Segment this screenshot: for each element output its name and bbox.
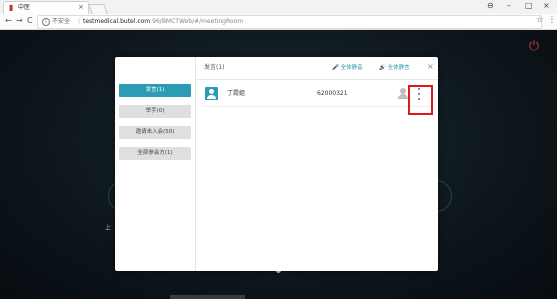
url-separator: | (78, 18, 81, 25)
user-icon-body (398, 94, 408, 99)
window-close-button[interactable]: × (543, 1, 550, 11)
participant-number: 62000321 (317, 90, 348, 97)
speaker-icon: 🔊 (379, 65, 386, 71)
tab-title: 中医 (18, 4, 31, 11)
user-icon[interactable] (398, 88, 408, 100)
mute-all-label: 全体静音 (340, 65, 363, 71)
maximize-button[interactable]: □ (525, 1, 533, 11)
url-path: :96/BMCTWeb/#/meetingRoom (150, 18, 244, 25)
minimize-button[interactable]: – (507, 1, 511, 11)
browser-tabbar: ▮ 中医 × ⊖ – □ × (0, 0, 557, 14)
avatar-head (209, 89, 214, 94)
browser-menu-icon[interactable]: ⋮ (548, 15, 556, 24)
security-label[interactable]: 不安全 (52, 18, 70, 26)
address-bar: ← → C i 不安全 | testmedical.butel.com:96/B… (0, 14, 557, 30)
browser-tab[interactable]: ▮ 中医 × (3, 1, 89, 14)
panel-title: 发言(1) (204, 64, 225, 71)
url-host: testmedical.butel.com (83, 18, 151, 25)
participant-name: 丁霞姐 (227, 90, 246, 97)
tab-hands-raised[interactable]: 举手(0) (119, 105, 191, 118)
back-button[interactable]: ← (5, 16, 12, 26)
url-text: testmedical.butel.com:96/BMCTWeb/#/meeti… (83, 18, 243, 26)
speak-all-button[interactable]: 🔊 全体静言 (379, 64, 410, 72)
tab-close-icon[interactable]: × (78, 3, 84, 12)
tab-all-participants[interactable]: 全部参会方(1) (119, 147, 191, 160)
participant-row: 丁霞姐 62000321 (202, 84, 432, 107)
tab-invited-not-joined[interactable]: 邀请未入会(50) (119, 126, 191, 139)
panel-header: 发言(1) 🎤 全体静音 🔊 全体静言 × (196, 57, 438, 80)
tab-speaking[interactable]: 发言(1) (119, 84, 191, 97)
modal-sidebar: 发言(1) 举手(0) 邀请未入会(50) 全部参会方(1) (115, 57, 196, 271)
tab-favicon-icon: ▮ (9, 3, 14, 12)
new-tab-button[interactable] (88, 4, 108, 14)
speak-all-label: 全体静言 (387, 65, 410, 71)
avatar (205, 87, 218, 100)
url-input[interactable]: i 不安全 | testmedical.butel.com:96/BMCTWeb… (37, 15, 542, 29)
reload-button[interactable]: C (27, 16, 33, 26)
mute-all-button[interactable]: 🎤 全体静音 (332, 64, 363, 72)
forward-button[interactable]: → (16, 16, 23, 26)
stage-text: 上 (105, 225, 112, 232)
avatar-body (207, 95, 216, 99)
close-icon[interactable]: × (427, 62, 434, 72)
bottom-bar (170, 295, 245, 299)
microphone-icon: 🎤 (332, 65, 339, 71)
power-icon[interactable]: ⏻ (527, 40, 541, 54)
bookmark-star-icon[interactable]: ☆ (536, 15, 543, 24)
highlight-box (408, 85, 433, 115)
profile-icon[interactable]: ⊖ (487, 1, 494, 11)
participants-modal: 发言(1) 举手(0) 邀请未入会(50) 全部参会方(1) 发言(1) 🎤 全… (115, 57, 438, 271)
info-icon[interactable]: i (42, 18, 50, 26)
